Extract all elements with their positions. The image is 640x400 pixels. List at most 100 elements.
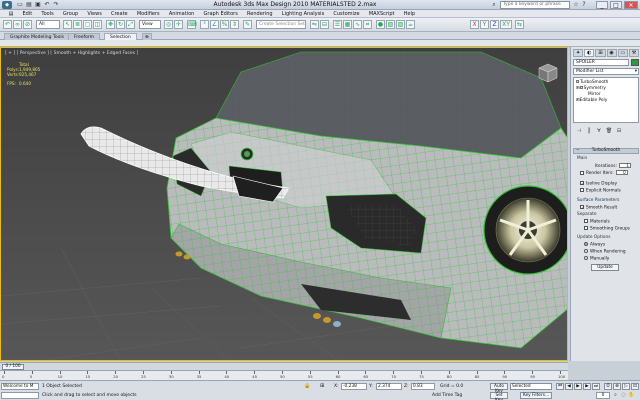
close-button[interactable]: ✕ <box>624 1 638 9</box>
materials-checkbox[interactable] <box>584 219 588 223</box>
smooth-result-checkbox[interactable]: ✓ <box>580 205 584 210</box>
next-frame-icon[interactable]: ▶ <box>583 383 591 390</box>
named-selection-set-input[interactable]: Create Selection Set <box>256 20 306 29</box>
help-icon[interactable]: ? <box>580 1 588 9</box>
search-icon[interactable]: ⌕ <box>490 1 498 9</box>
axis-x-constraint-icon[interactable]: X <box>470 20 479 29</box>
material-editor-icon[interactable]: ● <box>376 20 385 29</box>
save-file-icon[interactable]: ▣ <box>34 1 42 9</box>
schematic-view-icon[interactable]: ⌗ <box>363 20 372 29</box>
render-setup-icon[interactable]: ▧ <box>386 20 395 29</box>
menu-item-modifiers[interactable]: Modifiers <box>132 10 164 17</box>
key-filters-button[interactable]: Key Filters... <box>520 392 552 399</box>
motion-tab-icon[interactable]: ◉ <box>606 49 617 57</box>
menu-item-rendering[interactable]: Rendering <box>242 10 277 17</box>
key-mode-dropdown[interactable]: Selected <box>510 383 552 390</box>
play-icon[interactable]: ▶ <box>574 383 582 390</box>
go-to-end-icon[interactable]: ⏭ <box>592 383 600 390</box>
snap-lock-icon[interactable]: ⇆ <box>515 20 524 29</box>
percent-snap-icon[interactable]: % <box>220 20 229 29</box>
lock-selection-icon[interactable]: 🔒 <box>304 383 312 390</box>
menu-item-help[interactable]: Help <box>399 10 420 17</box>
current-frame-field[interactable]: 0 <box>596 392 610 399</box>
info-icon[interactable]: ☆ <box>572 1 580 9</box>
angle-snap-icon[interactable]: ∠ <box>210 20 219 29</box>
update-button[interactable]: Update <box>591 264 619 271</box>
maximize-viewport-icon[interactable]: ⊡ <box>631 383 639 390</box>
object-name-field[interactable]: SPOILER <box>573 59 629 66</box>
layer-manager-icon[interactable]: ☰ <box>333 20 342 29</box>
selection-filter-dropdown[interactable]: All <box>36 20 60 29</box>
when-rendering-radio[interactable] <box>584 249 588 253</box>
app-logo-icon[interactable]: ◆ <box>2 1 12 9</box>
previous-frame-icon[interactable]: ◀ <box>565 383 573 390</box>
utilities-tab-icon[interactable]: ⚒ <box>628 49 640 57</box>
render-production-icon[interactable]: ☕ <box>406 20 415 29</box>
scale-tool-icon[interactable]: ⤢ <box>126 20 135 29</box>
snaps-toggle-icon[interactable]: ³ <box>200 20 209 29</box>
go-to-start-icon[interactable]: ⏮ <box>556 383 564 390</box>
rendered-frame-icon[interactable]: ▨ <box>396 20 405 29</box>
z-coordinate-field[interactable]: 0.83 <box>411 383 435 390</box>
new-file-icon[interactable]: ▭ <box>16 1 24 9</box>
move-tool-icon[interactable]: ✥ <box>106 20 115 29</box>
pan-icon[interactable]: ✋ <box>628 392 635 399</box>
select-object-icon[interactable]: ↖ <box>63 20 72 29</box>
time-config-icon[interactable]: ⏱ <box>604 383 612 390</box>
stack-item-mirror[interactable]: Mirror <box>588 92 601 97</box>
modifier-list-dropdown[interactable]: Modifier List ▾ <box>573 68 639 75</box>
absolute-mode-icon[interactable]: ⊞ <box>320 383 328 390</box>
unlink-tool-icon[interactable]: ⊘ <box>23 20 32 29</box>
create-tab-icon[interactable]: ✦ <box>573 49 584 57</box>
tab-graphite-modeling-tools[interactable]: Graphite Modeling Tools <box>4 33 71 40</box>
mirror-icon[interactable]: ⇋ <box>310 20 319 29</box>
stack-item-symmetry[interactable]: ⊞ Symmetry <box>576 86 606 91</box>
tab-selection[interactable]: Selection <box>104 33 137 40</box>
undo-tool-icon[interactable]: ↶ <box>3 20 12 29</box>
menu-item-views[interactable]: Views <box>83 10 107 17</box>
pin-stack-icon[interactable]: ⊣ <box>575 127 583 135</box>
axis-y-constraint-icon[interactable]: Y <box>480 20 489 29</box>
pivot-center-icon[interactable]: ◎ <box>164 20 173 29</box>
redo-icon[interactable]: ↷ <box>52 1 60 9</box>
x-coordinate-field[interactable]: -0.238 <box>341 383 367 390</box>
keyboard-shortcut-icon[interactable]: ⌨ <box>187 20 197 29</box>
zoom-all-icon[interactable]: ⊕ <box>613 383 621 390</box>
isoline-display-checkbox[interactable]: ✓ <box>580 181 584 186</box>
axis-xy-constraint-icon[interactable]: XY <box>500 20 512 29</box>
viewcube-icon[interactable] <box>537 62 559 84</box>
menu-item-create[interactable]: Create <box>106 10 132 17</box>
turbosmooth-rollout-header[interactable]: − TurboSmooth <box>573 148 639 154</box>
open-file-icon[interactable]: ▤ <box>25 1 33 9</box>
menu-item-graph-editors[interactable]: Graph Editors <box>199 10 243 17</box>
show-end-result-icon[interactable]: ┃ <box>585 127 593 135</box>
stack-item-turbosmooth[interactable]: TurboSmooth <box>576 80 608 85</box>
edit-named-sets-icon[interactable]: ✎ <box>243 20 252 29</box>
add-time-tag[interactable]: Add Time Tag <box>432 392 476 399</box>
curve-editor-icon[interactable]: ∿ <box>353 20 362 29</box>
select-by-name-icon[interactable]: ≣ <box>73 20 82 29</box>
time-slider[interactable]: 0 / 100 <box>0 362 568 370</box>
spinner-snap-icon[interactable]: ⇕ <box>230 20 239 29</box>
maxscript-output[interactable] <box>1 392 39 399</box>
hierarchy-tab-icon[interactable]: ⊞ <box>595 49 606 57</box>
align-icon[interactable]: ⊟ <box>320 20 329 29</box>
menu-item-lighting-analysis[interactable]: Lighting Analysis <box>277 10 329 17</box>
perspective-viewport[interactable]: [ + ] [ Perspective ] [ Smooth + Highlig… <box>0 47 568 361</box>
maximize-button[interactable]: □ <box>610 1 622 9</box>
explicit-normals-checkbox[interactable] <box>580 188 584 192</box>
stack-item-editable-poly[interactable]: ⊞Editable Poly <box>576 98 607 103</box>
help-search-input[interactable]: Type a keyword or phrase <box>500 1 570 9</box>
ribbon-expand-icon[interactable]: ⊕ <box>142 33 152 40</box>
zoom-icon[interactable]: ⌕ <box>612 392 619 399</box>
manipulate-icon[interactable]: ✛ <box>174 20 183 29</box>
render-iters-checkbox[interactable] <box>580 170 584 175</box>
maxscript-listener[interactable]: Welcome to M <box>1 383 39 390</box>
menu-item-tools[interactable]: Tools <box>37 10 59 17</box>
field-of-view-icon[interactable]: ▷ <box>622 383 630 390</box>
menu-item-maxscript[interactable]: MAXScript <box>364 10 399 17</box>
auto-key-button[interactable]: Auto Key <box>490 383 508 394</box>
viewport-label[interactable]: [ + ] [ Perspective ] [ Smooth + Highlig… <box>5 51 138 56</box>
region-select-icon[interactable]: ▢ <box>83 20 92 29</box>
minimize-button[interactable]: _ <box>596 1 608 9</box>
